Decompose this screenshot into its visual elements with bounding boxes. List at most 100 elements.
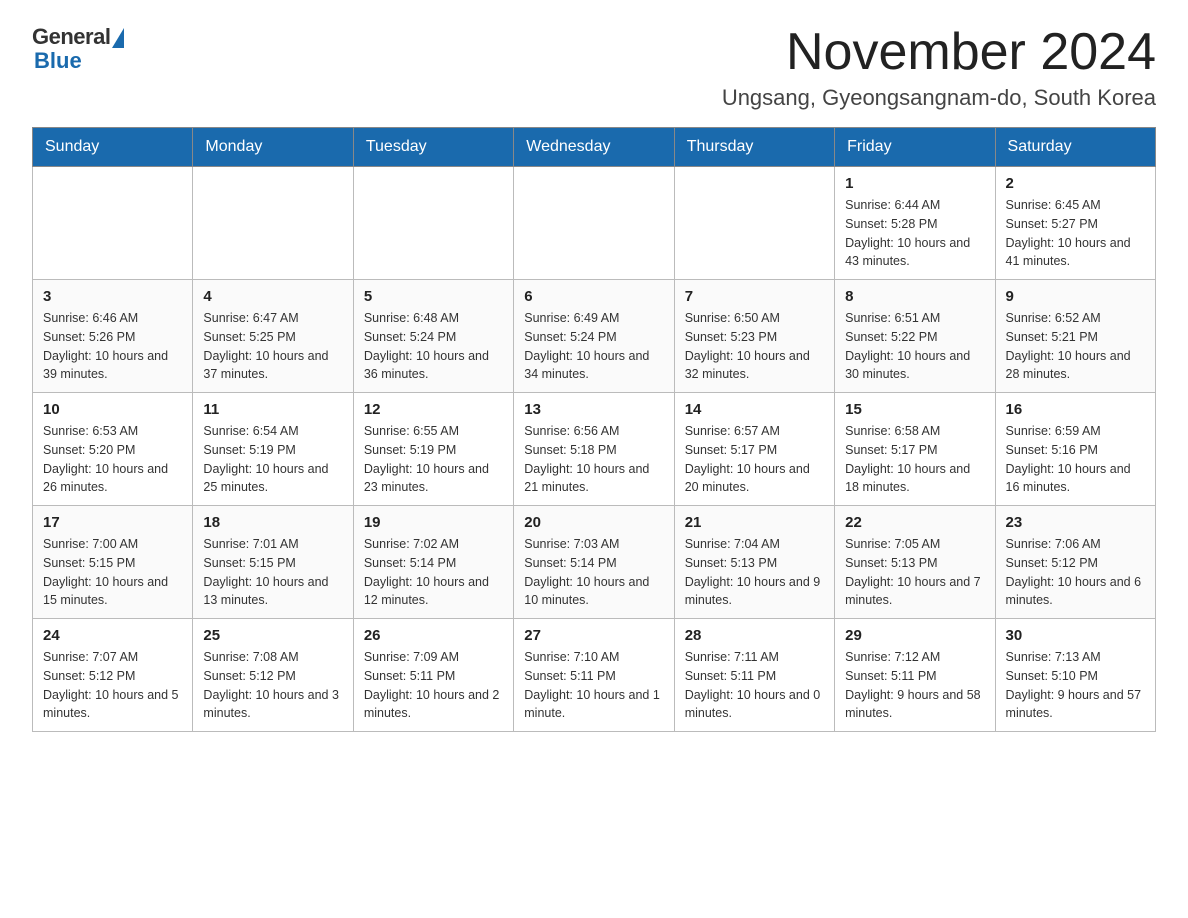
day-cell: 1 Sunrise: 6:44 AMSunset: 5:28 PMDaylight…: [835, 167, 995, 280]
title-section: November 2024 Ungsang, Gyeongsangnam-do,…: [722, 24, 1156, 111]
day-number: 27: [524, 627, 663, 644]
day-cell: 8Sunrise: 6:51 AMSunset: 5:22 PMDaylight…: [835, 280, 995, 393]
day-number: 15: [845, 401, 984, 418]
day-cell: 26Sunrise: 7:09 AMSunset: 5:11 PMDayligh…: [353, 619, 513, 732]
day-number: 6: [524, 288, 663, 305]
logo-top: General: [32, 24, 124, 50]
day-number: 26: [364, 627, 503, 644]
day-number: 7: [685, 288, 824, 305]
day-info: Sunrise: 6:55 AMSunset: 5:19 PMDaylight:…: [364, 422, 503, 497]
header-monday: Monday: [193, 128, 353, 167]
day-info: Sunrise: 6:52 AMSunset: 5:21 PMDaylight:…: [1006, 309, 1145, 384]
day-cell: 10Sunrise: 6:53 AMSunset: 5:20 PMDayligh…: [33, 393, 193, 506]
header-sunday: Sunday: [33, 128, 193, 167]
day-info: Sunrise: 6:45 AMSunset: 5:27 PMDaylight:…: [1006, 196, 1145, 271]
day-cell: 14 Sunrise: 6:57 AMSunset: 5:17 PMDayligh…: [674, 393, 834, 506]
header-saturday: Saturday: [995, 128, 1155, 167]
day-cell: 11 Sunrise: 6:54 AMSunset: 5:19 PMDayligh…: [193, 393, 353, 506]
day-cell: 15 Sunrise: 6:58 AMSunset: 5:17 PMDayligh…: [835, 393, 995, 506]
week-row-5: 24 Sunrise: 7:07 AMSunset: 5:12 PMDayligh…: [33, 619, 1156, 732]
day-info: Sunrise: 7:10 AMSunset: 5:11 PMDaylight:…: [524, 648, 663, 723]
day-number: 22: [845, 514, 984, 531]
day-number: 14: [685, 401, 824, 418]
week-row-4: 17 Sunrise: 7:00 AMSunset: 5:15 PMDayligh…: [33, 506, 1156, 619]
week-row-2: 3 Sunrise: 6:46 AMSunset: 5:26 PMDaylight…: [33, 280, 1156, 393]
day-cell: 23 Sunrise: 7:06 AMSunset: 5:12 PMDayligh…: [995, 506, 1155, 619]
day-number: 23: [1006, 514, 1145, 531]
day-info: Sunrise: 7:00 AMSunset: 5:15 PMDaylight:…: [43, 535, 182, 610]
day-cell: 27 Sunrise: 7:10 AMSunset: 5:11 PMDayligh…: [514, 619, 674, 732]
day-cell: [193, 167, 353, 280]
day-cell: 12 Sunrise: 6:55 AMSunset: 5:19 PMDayligh…: [353, 393, 513, 506]
header-wednesday: Wednesday: [514, 128, 674, 167]
day-cell: 21 Sunrise: 7:04 AMSunset: 5:13 PMDayligh…: [674, 506, 834, 619]
day-cell: 20Sunrise: 7:03 AMSunset: 5:14 PMDayligh…: [514, 506, 674, 619]
day-cell: 7 Sunrise: 6:50 AMSunset: 5:23 PMDaylight…: [674, 280, 834, 393]
header-thursday: Thursday: [674, 128, 834, 167]
day-number: 11: [203, 401, 342, 418]
day-number: 18: [203, 514, 342, 531]
day-cell: 28 Sunrise: 7:11 AMSunset: 5:11 PMDayligh…: [674, 619, 834, 732]
day-info: Sunrise: 7:11 AMSunset: 5:11 PMDaylight:…: [685, 648, 824, 723]
day-cell: 19Sunrise: 7:02 AMSunset: 5:14 PMDayligh…: [353, 506, 513, 619]
day-number: 17: [43, 514, 182, 531]
day-info: Sunrise: 7:02 AMSunset: 5:14 PMDaylight:…: [364, 535, 503, 610]
logo-general-text: General: [32, 24, 110, 50]
header-friday: Friday: [835, 128, 995, 167]
day-number: 2: [1006, 175, 1145, 192]
day-info: Sunrise: 7:04 AMSunset: 5:13 PMDaylight:…: [685, 535, 824, 610]
day-info: Sunrise: 7:07 AMSunset: 5:12 PMDaylight:…: [43, 648, 182, 723]
day-info: Sunrise: 6:50 AMSunset: 5:23 PMDaylight:…: [685, 309, 824, 384]
day-number: 9: [1006, 288, 1145, 305]
day-number: 24: [43, 627, 182, 644]
day-cell: 3 Sunrise: 6:46 AMSunset: 5:26 PMDaylight…: [33, 280, 193, 393]
week-row-1: 1 Sunrise: 6:44 AMSunset: 5:28 PMDaylight…: [33, 167, 1156, 280]
location-title: Ungsang, Gyeongsangnam-do, South Korea: [722, 85, 1156, 111]
day-cell: 25Sunrise: 7:08 AMSunset: 5:12 PMDayligh…: [193, 619, 353, 732]
day-cell: [674, 167, 834, 280]
day-info: Sunrise: 6:51 AMSunset: 5:22 PMDaylight:…: [845, 309, 984, 384]
logo-blue-text: Blue: [34, 48, 82, 74]
month-title: November 2024: [722, 24, 1156, 81]
day-info: Sunrise: 6:57 AMSunset: 5:17 PMDaylight:…: [685, 422, 824, 497]
day-info: Sunrise: 7:06 AMSunset: 5:12 PMDaylight:…: [1006, 535, 1145, 610]
day-number: 30: [1006, 627, 1145, 644]
calendar-table: SundayMondayTuesdayWednesdayThursdayFrid…: [32, 127, 1156, 732]
day-info: Sunrise: 6:59 AMSunset: 5:16 PMDaylight:…: [1006, 422, 1145, 497]
day-cell: 5Sunrise: 6:48 AMSunset: 5:24 PMDaylight…: [353, 280, 513, 393]
day-info: Sunrise: 6:44 AMSunset: 5:28 PMDaylight:…: [845, 196, 984, 271]
day-number: 28: [685, 627, 824, 644]
day-number: 21: [685, 514, 824, 531]
day-info: Sunrise: 7:13 AMSunset: 5:10 PMDaylight:…: [1006, 648, 1145, 723]
day-number: 16: [1006, 401, 1145, 418]
day-info: Sunrise: 7:12 AMSunset: 5:11 PMDaylight:…: [845, 648, 984, 723]
day-cell: 9 Sunrise: 6:52 AMSunset: 5:21 PMDaylight…: [995, 280, 1155, 393]
day-cell: 4 Sunrise: 6:47 AMSunset: 5:25 PMDaylight…: [193, 280, 353, 393]
day-number: 13: [524, 401, 663, 418]
day-info: Sunrise: 7:05 AMSunset: 5:13 PMDaylight:…: [845, 535, 984, 610]
day-number: 29: [845, 627, 984, 644]
day-info: Sunrise: 6:54 AMSunset: 5:19 PMDaylight:…: [203, 422, 342, 497]
day-number: 5: [364, 288, 503, 305]
header-tuesday: Tuesday: [353, 128, 513, 167]
day-number: 25: [203, 627, 342, 644]
header-row: SundayMondayTuesdayWednesdayThursdayFrid…: [33, 128, 1156, 167]
day-cell: 13Sunrise: 6:56 AMSunset: 5:18 PMDayligh…: [514, 393, 674, 506]
day-number: 3: [43, 288, 182, 305]
day-cell: [353, 167, 513, 280]
day-info: Sunrise: 6:49 AMSunset: 5:24 PMDaylight:…: [524, 309, 663, 384]
day-number: 10: [43, 401, 182, 418]
week-row-3: 10Sunrise: 6:53 AMSunset: 5:20 PMDayligh…: [33, 393, 1156, 506]
day-number: 12: [364, 401, 503, 418]
day-info: Sunrise: 6:46 AMSunset: 5:26 PMDaylight:…: [43, 309, 182, 384]
logo: General Blue: [32, 24, 124, 74]
day-cell: 30 Sunrise: 7:13 AMSunset: 5:10 PMDayligh…: [995, 619, 1155, 732]
day-number: 1: [845, 175, 984, 192]
day-number: 20: [524, 514, 663, 531]
day-cell: [514, 167, 674, 280]
day-info: Sunrise: 6:58 AMSunset: 5:17 PMDaylight:…: [845, 422, 984, 497]
day-cell: 16 Sunrise: 6:59 AMSunset: 5:16 PMDayligh…: [995, 393, 1155, 506]
day-number: 4: [203, 288, 342, 305]
day-info: Sunrise: 7:01 AMSunset: 5:15 PMDaylight:…: [203, 535, 342, 610]
day-info: Sunrise: 6:47 AMSunset: 5:25 PMDaylight:…: [203, 309, 342, 384]
